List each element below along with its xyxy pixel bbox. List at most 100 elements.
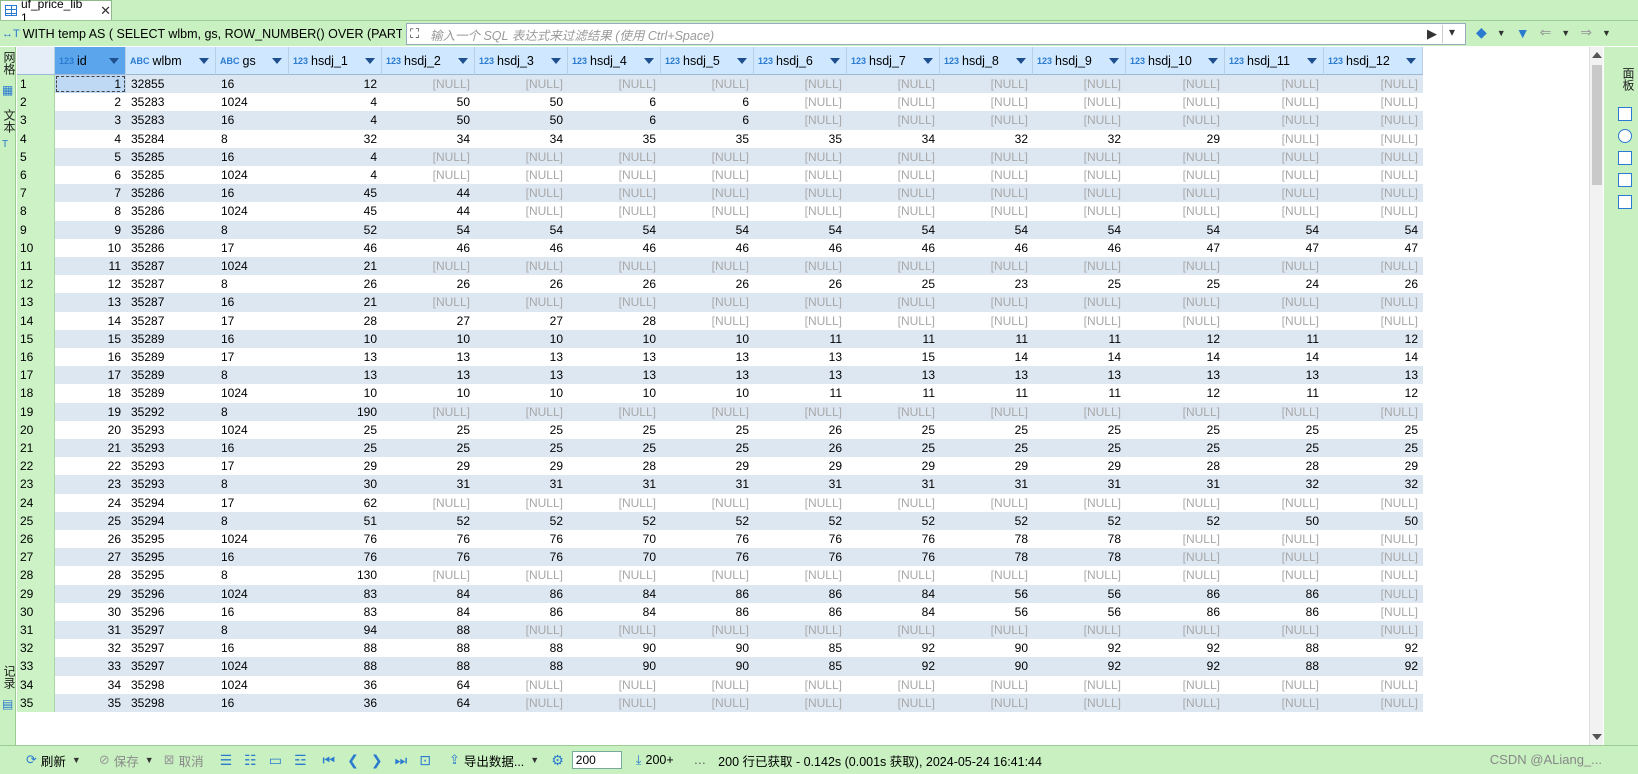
back-dropdown-icon[interactable]: ▼ xyxy=(1561,28,1570,38)
cell-hsdj_2[interactable]: 50 xyxy=(382,93,475,111)
cell-hsdj_5[interactable]: 76 xyxy=(661,548,754,566)
cell-hsdj_4[interactable]: 70 xyxy=(568,530,661,548)
cell-id[interactable]: 11 xyxy=(55,257,126,275)
delete-row-icon[interactable]: ☲ xyxy=(294,752,307,769)
cell-gs[interactable]: 16 xyxy=(216,694,289,712)
cell-hsdj_11[interactable]: [NULL] xyxy=(1225,621,1324,639)
cell-hsdj_2[interactable]: [NULL] xyxy=(382,75,475,93)
edit-row-icon[interactable]: ☰ xyxy=(220,752,233,769)
cell-hsdj_8[interactable]: 11 xyxy=(940,330,1033,348)
fetch-more-button[interactable]: ⤓ 200+ xyxy=(636,752,674,768)
cell-hsdj_11[interactable]: [NULL] xyxy=(1225,312,1324,330)
cell-hsdj_2[interactable]: 88 xyxy=(382,621,475,639)
cell-id[interactable]: 18 xyxy=(55,384,126,402)
cell-hsdj_10[interactable]: 86 xyxy=(1126,585,1225,603)
row-number[interactable]: 24 xyxy=(17,493,55,512)
cell-hsdj_11[interactable]: [NULL] xyxy=(1225,257,1324,275)
cell-hsdj_2[interactable]: 13 xyxy=(382,366,475,384)
cell-hsdj_11[interactable]: [NULL] xyxy=(1225,148,1324,166)
cell-hsdj_3[interactable]: [NULL] xyxy=(475,184,568,202)
cell-gs[interactable]: 8 xyxy=(216,512,289,530)
sort-dropdown-icon[interactable] xyxy=(830,58,840,64)
cell-hsdj_12[interactable]: [NULL] xyxy=(1324,585,1423,603)
cell-hsdj_6[interactable]: [NULL] xyxy=(754,566,847,584)
cell-hsdj_7[interactable]: [NULL] xyxy=(847,166,940,184)
cell-hsdj_8[interactable]: 52 xyxy=(940,512,1033,530)
table-row[interactable]: 1 1 32855 16 12 [NULL] [NULL] [NULL] [NULL] [NULL… xyxy=(17,75,1423,94)
cell-hsdj_9[interactable]: 29 xyxy=(1033,457,1126,475)
cell-hsdj_8[interactable]: [NULL] xyxy=(940,694,1033,712)
value-viewer-icon[interactable] xyxy=(1618,107,1632,121)
cell-hsdj_10[interactable]: [NULL] xyxy=(1126,676,1225,694)
table-row[interactable]: 29 29 35296 1024 83 84 86 84 86 86 84 56 56 86 86 [NULL… xyxy=(17,584,1423,603)
cell-hsdj_1[interactable]: 130 xyxy=(289,566,382,584)
table-row[interactable]: 10 10 35286 17 46 46 46 46 46 46 46 46 46 47 47 47 xyxy=(17,238,1423,257)
cell-hsdj_12[interactable]: [NULL] xyxy=(1324,530,1423,548)
column-header-hsdj_6[interactable]: 123 hsdj_6 xyxy=(754,47,847,75)
cell-hsdj_12[interactable]: [NULL] xyxy=(1324,111,1423,129)
cell-hsdj_2[interactable]: 10 xyxy=(382,384,475,402)
cell-hsdj_4[interactable]: 13 xyxy=(568,366,661,384)
cell-hsdj_10[interactable]: [NULL] xyxy=(1126,257,1225,275)
cell-id[interactable]: 20 xyxy=(55,421,126,439)
cell-hsdj_5[interactable]: 25 xyxy=(661,421,754,439)
cell-hsdj_12[interactable]: 12 xyxy=(1324,384,1423,402)
grid-corner[interactable] xyxy=(17,47,55,75)
cell-hsdj_6[interactable]: [NULL] xyxy=(754,694,847,712)
cell-hsdj_4[interactable]: [NULL] xyxy=(568,676,661,694)
cell-hsdj_3[interactable]: [NULL] xyxy=(475,494,568,512)
row-number[interactable]: 17 xyxy=(17,366,55,385)
cell-hsdj_11[interactable]: [NULL] xyxy=(1225,166,1324,184)
cell-id[interactable]: 9 xyxy=(55,221,126,239)
cell-wlbm[interactable]: 35286 xyxy=(126,239,216,257)
cell-hsdj_3[interactable]: 25 xyxy=(475,439,568,457)
cell-hsdj_9[interactable]: [NULL] xyxy=(1033,111,1126,129)
row-number[interactable]: 29 xyxy=(17,584,55,603)
cell-hsdj_8[interactable]: [NULL] xyxy=(940,111,1033,129)
cell-hsdj_7[interactable]: 31 xyxy=(847,475,940,493)
cell-hsdj_9[interactable]: [NULL] xyxy=(1033,184,1126,202)
row-number[interactable]: 18 xyxy=(17,384,55,403)
row-number[interactable]: 5 xyxy=(17,147,55,166)
cell-wlbm[interactable]: 35297 xyxy=(126,639,216,657)
sort-dropdown-icon[interactable] xyxy=(644,58,654,64)
cell-wlbm[interactable]: 35283 xyxy=(126,111,216,129)
cell-hsdj_9[interactable]: 92 xyxy=(1033,639,1126,657)
cell-hsdj_3[interactable]: 26 xyxy=(475,275,568,293)
cell-hsdj_3[interactable]: 34 xyxy=(475,130,568,148)
table-row[interactable]: 21 21 35293 16 25 25 25 25 25 26 25 25 25 25 25 25 xyxy=(17,439,1423,458)
cell-hsdj_11[interactable]: 25 xyxy=(1225,439,1324,457)
cell-hsdj_9[interactable]: [NULL] xyxy=(1033,148,1126,166)
cell-hsdj_1[interactable]: 10 xyxy=(289,330,382,348)
cell-hsdj_2[interactable]: [NULL] xyxy=(382,566,475,584)
cell-hsdj_4[interactable]: [NULL] xyxy=(568,621,661,639)
cell-hsdj_4[interactable]: 26 xyxy=(568,275,661,293)
cell-hsdj_11[interactable]: 86 xyxy=(1225,603,1324,621)
cell-hsdj_7[interactable]: [NULL] xyxy=(847,93,940,111)
cell-hsdj_11[interactable]: 86 xyxy=(1225,585,1324,603)
row-number[interactable]: 25 xyxy=(17,511,55,530)
column-header-wlbm[interactable]: ABC wlbm xyxy=(126,47,216,75)
cell-hsdj_12[interactable]: 92 xyxy=(1324,657,1423,675)
cell-hsdj_3[interactable]: 25 xyxy=(475,421,568,439)
cell-hsdj_12[interactable]: [NULL] xyxy=(1324,494,1423,512)
cell-hsdj_2[interactable]: [NULL] xyxy=(382,257,475,275)
cell-hsdj_8[interactable]: [NULL] xyxy=(940,676,1033,694)
back-icon[interactable]: ⇐ xyxy=(1540,24,1552,41)
cell-hsdj_6[interactable]: [NULL] xyxy=(754,621,847,639)
cell-gs[interactable]: 8 xyxy=(216,475,289,493)
cell-id[interactable]: 4 xyxy=(55,130,126,148)
cell-hsdj_9[interactable]: 31 xyxy=(1033,475,1126,493)
cell-hsdj_7[interactable]: 11 xyxy=(847,384,940,402)
cell-hsdj_9[interactable]: [NULL] xyxy=(1033,494,1126,512)
cell-wlbm[interactable]: 35295 xyxy=(126,530,216,548)
cell-hsdj_7[interactable]: [NULL] xyxy=(847,403,940,421)
cell-hsdj_11[interactable]: [NULL] xyxy=(1225,75,1324,93)
cell-hsdj_10[interactable]: 52 xyxy=(1126,512,1225,530)
table-row[interactable]: 19 19 35292 8 190 [NULL] [NULL] [NULL] [NULL] [NU… xyxy=(17,402,1423,421)
cell-hsdj_2[interactable]: 64 xyxy=(382,676,475,694)
vertical-scrollbar[interactable] xyxy=(1589,47,1603,745)
cell-hsdj_2[interactable]: 76 xyxy=(382,548,475,566)
cell-hsdj_6[interactable]: 26 xyxy=(754,439,847,457)
cell-gs[interactable]: 8 xyxy=(216,221,289,239)
